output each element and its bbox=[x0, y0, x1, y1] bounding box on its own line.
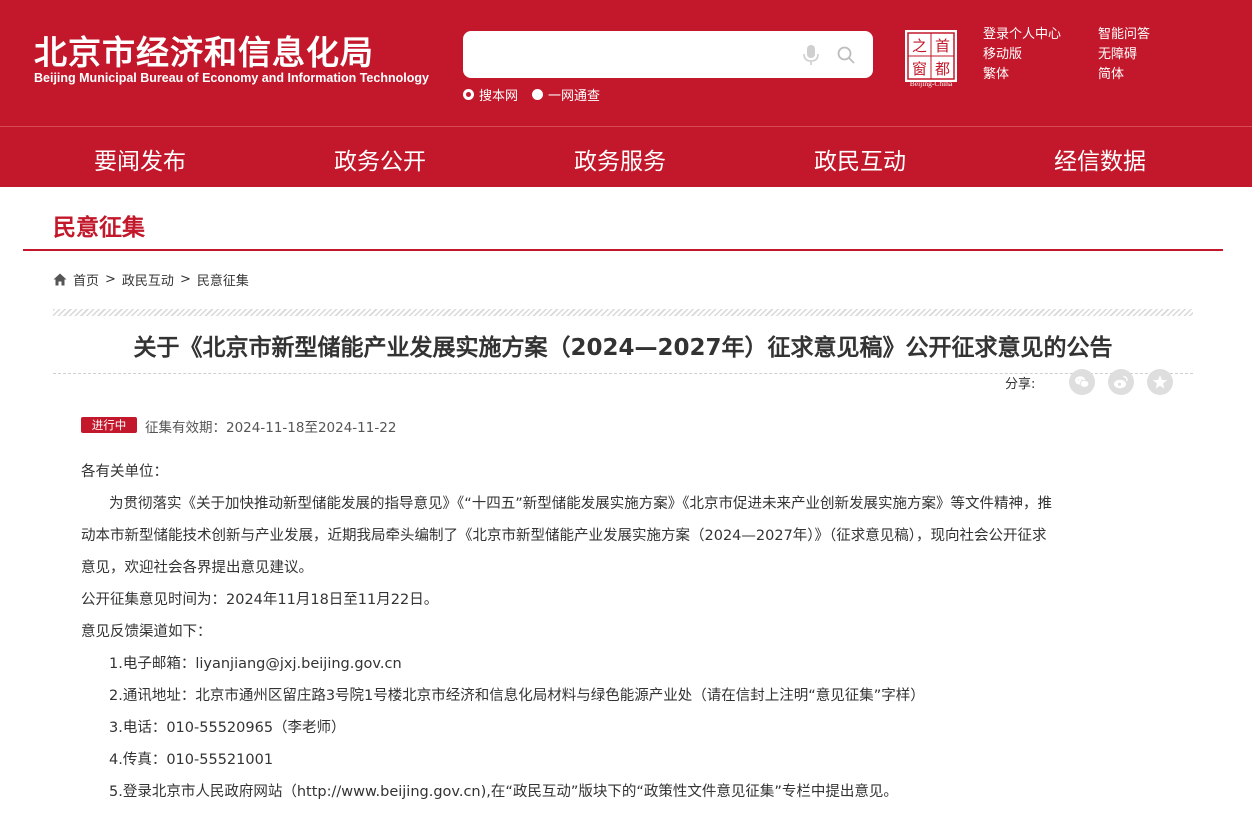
paragraph-line: 为贯彻落实《关于加快推动新型储能发展的指导意见》《“十四五”新型储能发展实施方案… bbox=[109, 496, 1053, 512]
share-label: 分享: bbox=[1005, 377, 1036, 392]
radio-icon[interactable] bbox=[532, 89, 544, 100]
main-nav: 要闻发布 政务公开 政务服务 政民互动 经信数据 bbox=[0, 126, 1252, 187]
logo-char-2: 首 bbox=[935, 37, 950, 55]
link-smart-qa[interactable]: 智能问答 bbox=[1098, 26, 1178, 44]
breadcrumb-home[interactable]: 首页 bbox=[73, 270, 99, 289]
logo-char-1: 之 bbox=[912, 37, 927, 55]
section-divider bbox=[23, 249, 1223, 251]
nav-interaction[interactable]: 政民互动 bbox=[814, 142, 906, 176]
section-title: 民意征集 bbox=[53, 215, 145, 241]
star-icon bbox=[1152, 375, 1168, 389]
mic-icon[interactable] bbox=[802, 44, 820, 66]
radio-selected-icon[interactable] bbox=[463, 89, 474, 100]
article-title: 关于《北京市新型储能产业发展实施方案（2024—2027年）征求意见稿》公开征求… bbox=[133, 335, 1113, 361]
capital-window-logo[interactable]: 之 首 窗 都 bbox=[905, 30, 957, 82]
site-subtitle: Beijing Municipal Bureau of Economy and … bbox=[34, 71, 429, 85]
link-simplified[interactable]: 简体 bbox=[1098, 66, 1178, 84]
weibo-icon bbox=[1114, 375, 1128, 389]
nav-data[interactable]: 经信数据 bbox=[1054, 142, 1146, 176]
breadcrumb-separator: > bbox=[179, 272, 191, 287]
search-scope-all-label: 一网通查 bbox=[548, 89, 601, 104]
channel-email: 1.电子邮箱：liyanjiang@jxj.beijing.gov.cn bbox=[109, 656, 402, 672]
logo-char-4: 都 bbox=[935, 60, 950, 78]
logo-char-3: 窗 bbox=[912, 60, 927, 78]
share-weibo-button[interactable] bbox=[1108, 369, 1134, 395]
search-scope-site-label: 搜本网 bbox=[479, 89, 519, 104]
channel-fax: 4.传真：010-55521001 bbox=[109, 752, 274, 768]
home-icon[interactable] bbox=[53, 273, 67, 286]
collection-time: 公开征集意见时间为：2024年11月18日至11月22日。 bbox=[81, 592, 439, 608]
top-links: 登录个人中心 智能问答 移动版 无障碍 繁体 简体 bbox=[983, 26, 1178, 84]
breadcrumb-separator: > bbox=[105, 272, 116, 287]
hatch-divider bbox=[53, 309, 1193, 316]
breadcrumb-current[interactable]: 民意征集 bbox=[197, 270, 249, 289]
nav-services[interactable]: 政务服务 bbox=[574, 142, 666, 176]
channel-website: 5.登录北京市人民政府网站（http://www.beijing.gov.cn)… bbox=[109, 784, 898, 800]
logo-caption: Beijing-China bbox=[909, 79, 953, 88]
link-accessibility[interactable]: 无障碍 bbox=[1098, 46, 1178, 64]
nav-news[interactable]: 要闻发布 bbox=[94, 142, 186, 176]
collection-period: 征集有效期：2024-11-18至2024-11-22 bbox=[145, 420, 397, 436]
salutation: 各有关单位： bbox=[81, 464, 168, 480]
favorite-button[interactable] bbox=[1147, 369, 1173, 395]
search-icon[interactable] bbox=[836, 45, 856, 65]
channel-phone: 3.电话：010-55520965（李老师） bbox=[109, 720, 346, 736]
site-header: 北京市经济和信息化局 Beijing Municipal Bureau of E… bbox=[0, 0, 1252, 126]
nav-government-affairs[interactable]: 政务公开 bbox=[334, 142, 426, 176]
search-scope: 搜本网 一网通查 bbox=[463, 85, 600, 104]
search-scope-site[interactable]: 搜本网 bbox=[463, 85, 518, 104]
breadcrumb: 首页 > 政民互动 > 民意征集 bbox=[53, 270, 249, 289]
link-login[interactable]: 登录个人中心 bbox=[983, 26, 1098, 44]
wechat-icon bbox=[1075, 376, 1090, 388]
status-badge: 进行中 bbox=[81, 417, 137, 433]
site-title[interactable]: 北京市经济和信息化局 bbox=[34, 26, 374, 74]
channel-address: 2.通讯地址：北京市通州区留庄路3号院1号楼北京市经济和信息化局材料与绿色能源产… bbox=[109, 688, 925, 704]
paragraph-line: 动本市新型储能技术创新与产业发展，近期我局牵头编制了《北京市新型储能产业发展实施… bbox=[81, 528, 1047, 544]
link-traditional[interactable]: 繁体 bbox=[983, 66, 1098, 84]
search-scope-all[interactable]: 一网通查 bbox=[532, 85, 600, 104]
share-wechat-button[interactable] bbox=[1069, 369, 1095, 395]
paragraph-line: 意见，欢迎社会各界提出意见建议。 bbox=[81, 560, 313, 576]
link-mobile[interactable]: 移动版 bbox=[983, 46, 1098, 64]
channels-intro: 意见反馈渠道如下： bbox=[81, 624, 212, 640]
breadcrumb-interaction[interactable]: 政民互动 bbox=[122, 270, 174, 289]
